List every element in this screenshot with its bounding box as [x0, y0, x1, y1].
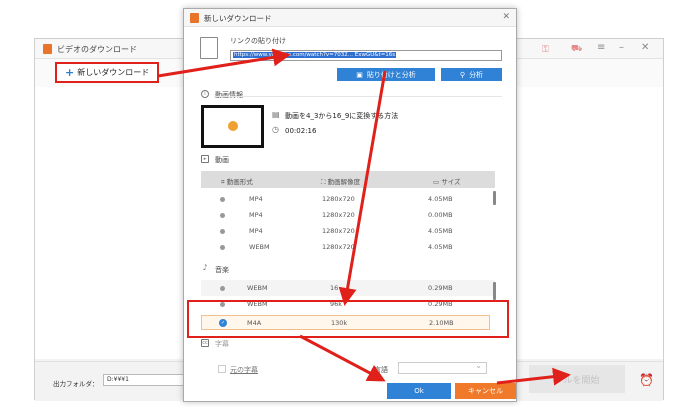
divider — [214, 96, 502, 97]
video-duration: 00:02:16 — [285, 127, 317, 135]
alarm-clock-icon[interactable]: ⏰ — [639, 373, 655, 389]
video-thumbnail — [201, 105, 264, 148]
new-download-dialog: 新しいダウンロード ✕ リンクの貼り付け https://www.youtube… — [183, 8, 517, 402]
table-row[interactable]: MP4 1280x720 0.00MB — [201, 207, 495, 223]
new-download-label: 新しいダウンロード — [77, 68, 150, 77]
menu-icon[interactable]: ≡ — [597, 42, 605, 53]
table-row[interactable]: WEBM 1280x720 4.05MB — [201, 239, 495, 255]
cart-icon[interactable]: ⛟ — [571, 44, 583, 54]
url-input[interactable]: https://www.youtube.com/watch?v=7032... … — [230, 50, 502, 61]
audio-section-label: 音楽 — [215, 266, 229, 274]
size-column-header: ▭ サイズ — [433, 178, 461, 186]
window-title: ビデオのダウンロード — [57, 45, 137, 54]
plus-icon: + — [65, 66, 75, 79]
url-value: https://www.youtube.com/watch?v=7032... … — [233, 52, 397, 58]
close-icon[interactable]: ✕ — [502, 12, 510, 22]
minimize-icon[interactable]: – — [619, 42, 624, 53]
paste-analyze-label: 貼り付けと分析 — [366, 70, 416, 79]
video-title: 動画を4_3から16_9に変換する方法 — [285, 112, 399, 120]
clock-icon: ◷ — [272, 125, 279, 134]
ok-button[interactable]: Ok — [387, 383, 451, 399]
video-info-label: 動画情報 — [215, 91, 243, 99]
app-logo-icon — [43, 44, 52, 54]
info-icon: i — [201, 90, 209, 98]
table-row[interactable]: WEBM 16 0.29MB — [201, 280, 495, 296]
radio-dot[interactable] — [220, 245, 225, 250]
radio-dot[interactable] — [220, 286, 225, 291]
link-paste-label: リンクの貼り付け — [230, 37, 286, 45]
cancel-button[interactable]: キャンセル — [455, 383, 516, 399]
window-controls: ≡ – ✕ — [597, 42, 657, 56]
dialog-title: 新しいダウンロード — [204, 14, 272, 23]
table-row[interactable]: MP4 1280x720 4.05MB — [201, 191, 495, 207]
language-label: 言語 — [374, 366, 388, 374]
video-section-icon: ▸ — [201, 155, 209, 163]
subtitle-section-label: 字幕 — [215, 340, 229, 348]
video-scrollbar[interactable] — [493, 191, 496, 205]
new-download-button[interactable]: + 新しいダウンロード — [55, 62, 159, 83]
key-icon[interactable]: ⚿ — [542, 45, 554, 55]
annotation-highlight-box — [187, 300, 509, 338]
resolution-column-header: ⛶ 動画解像度 — [321, 178, 361, 186]
start-download-button[interactable]: ールを開始 — [529, 365, 625, 393]
paste-and-analyze-button[interactable]: ▣ 貼り付けと分析 — [337, 68, 435, 81]
table-row[interactable]: MP4 1280x720 4.05MB — [201, 223, 495, 239]
search-icon: ⚲ — [459, 70, 466, 79]
output-folder-label: 出力フォルダ： — [53, 380, 99, 388]
subtitle-icon: cc — [201, 339, 209, 347]
radio-dot[interactable] — [220, 197, 225, 202]
music-note-icon: ♪ — [202, 263, 208, 272]
close-icon[interactable]: ✕ — [641, 42, 649, 53]
clipboard-icon: ▣ — [356, 70, 363, 79]
original-subtitle-checkbox[interactable] — [218, 365, 226, 373]
play-dot-icon — [228, 121, 238, 131]
analyze-button[interactable]: ⚲ 分析 — [441, 68, 502, 81]
url-file-icon — [200, 37, 218, 59]
radio-dot[interactable] — [220, 213, 225, 218]
dialog-titlebar: 新しいダウンロード ✕ — [184, 9, 516, 27]
radio-dot[interactable] — [220, 229, 225, 234]
app-logo-icon — [190, 13, 199, 23]
video-section-label: 動画 — [215, 156, 229, 164]
language-select[interactable] — [398, 361, 487, 374]
document-icon: ▤ — [272, 110, 280, 119]
original-subtitle-label: 元の字幕 — [230, 366, 258, 374]
video-table-header: ⌗ 動画形式 ⛶ 動画解像度 ▭ サイズ — [201, 171, 495, 188]
audio-scrollbar[interactable] — [493, 282, 496, 300]
analyze-label: 分析 — [469, 70, 484, 79]
format-column-header: ⌗ 動画形式 — [221, 178, 253, 186]
